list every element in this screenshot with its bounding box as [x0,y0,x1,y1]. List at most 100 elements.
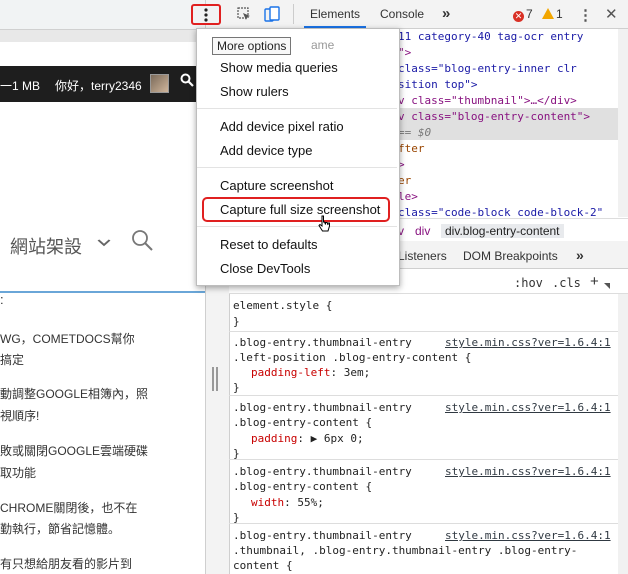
search-icon[interactable] [130,228,154,255]
style-rule: element.style { } [229,294,618,332]
nav-menu-website-setup[interactable]: 網站架設 [10,233,82,259]
style-declaration[interactable]: padding-left: 3em; [251,365,370,380]
article-link[interactable]: WG，COMETDOCS幫你 [0,330,135,347]
dom-node-line[interactable]: class="blog-entry-inner clr [398,61,577,77]
error-count: 7 [526,7,533,21]
more-vert-icon [204,7,208,22]
tab-event-listeners[interactable]: Listeners [398,249,447,263]
style-close-brace: } [233,511,240,524]
resize-grip-icon[interactable] [212,367,218,391]
dom-node-line[interactable]: 11 category-40 tag-ocr entry [398,29,583,45]
more-tabs-button[interactable]: » [442,0,450,28]
style-declaration[interactable]: width: 55%; [251,495,324,510]
class-toggle[interactable]: .cls [552,276,581,290]
hover-state-toggle[interactable]: :hov [514,276,543,290]
error-icon: ✕ [513,11,524,22]
dom-node-line[interactable]: class="code-block code-block-2" [398,205,603,217]
menu-item-capture-screenshot[interactable]: Capture screenshot [220,178,333,193]
sidebar-heading: : [0,292,4,307]
dom-node-line: == $0 [398,126,432,139]
article-link[interactable]: 勤執行，節省記憶體。 [0,520,120,537]
styles-pane: element.style { } .blog-entry.thumbnail-… [229,294,628,574]
more-options-tooltip: More options [212,37,292,55]
style-close-brace: } [233,447,240,460]
error-count-badge[interactable]: ✕ 7 [513,7,533,22]
menu-item-close-devtools[interactable]: Close DevTools [220,261,310,276]
style-property: padding-left [251,366,331,379]
menu-item-add-device-pixel-ratio[interactable]: Add device pixel ratio [220,119,344,134]
style-selector[interactable]: element.style { [233,298,332,313]
warning-count-badge[interactable]: 1 [542,7,563,21]
topbar-search-icon[interactable] [180,73,194,91]
more-options-button[interactable] [191,4,221,25]
inspect-element-icon[interactable] [237,7,251,24]
warning-count: 1 [556,7,563,21]
article-link[interactable]: 取功能 [0,464,36,481]
menu-separator [197,167,397,168]
style-declaration[interactable]: padding: ▶ 6px 0; [251,431,364,446]
menu-item-partial[interactable]: ame [311,38,334,52]
avatar[interactable] [150,74,169,93]
elements-scrollbar[interactable] [618,29,628,217]
warning-icon [542,8,554,19]
menu-item-reset-to-defaults[interactable]: Reset to defaults [220,237,318,252]
article-link[interactable]: CHROME關閉後，也不在 [0,499,137,516]
tab-elements[interactable]: Elements [304,0,367,28]
style-rule: .blog-entry.thumbnail-entry style.min.cs… [229,460,618,524]
dom-node-line[interactable]: v class="thumbnail">…</div> [398,93,577,109]
article-link[interactable]: 搞定 [0,351,24,368]
menu-separator [197,108,397,109]
stylesheet-link[interactable]: style.min.css?ver=1.6.4:1 [445,335,611,350]
tab-dom-breakpoints[interactable]: DOM Breakpoints [463,249,558,263]
article-link[interactable]: 敗或關閉GOOGLE雲端硬碟 [0,442,148,459]
style-selector[interactable]: content { [233,558,293,573]
stylesheet-link[interactable]: style.min.css?ver=1.6.4:1 [445,528,611,543]
article-link[interactable]: 視順序! [0,407,39,424]
breadcrumb-current[interactable]: div.blog-entry-content [441,224,564,238]
annotation-highlight-box [202,197,390,222]
styles-scrollbar[interactable] [618,294,628,574]
mouse-cursor-icon [318,215,332,238]
site-topbar: 一1 MB 你好，terry2346 [0,66,205,102]
dom-node-line-selected[interactable]: v class="blog-entry-content"> [398,109,590,125]
user-greeting-link[interactable]: 你好，terry2346 [55,77,142,94]
more-subtabs-button[interactable]: » [576,247,584,263]
devtools-menu-icon[interactable]: ⋮ [578,6,593,24]
style-selector[interactable]: .blog-entry.thumbnail-entry [233,528,412,543]
stylesheet-link[interactable]: style.min.css?ver=1.6.4:1 [445,464,611,479]
breadcrumb-item[interactable]: div [415,224,430,238]
dom-node-line[interactable]: le> [398,189,418,205]
style-property: padding [251,432,298,445]
style-property: width [251,496,285,509]
add-style-rule-button[interactable]: + [590,273,599,290]
menu-item-show-rulers[interactable]: Show rulers [220,84,289,99]
style-value: 3em; [343,366,371,379]
dom-node-line[interactable]: sition top"> [398,77,477,93]
menu-item-add-device-type[interactable]: Add device type [220,143,313,158]
device-toolbar-icon[interactable] [264,6,280,25]
page-header-band [0,30,205,42]
upload-size-text: 一1 MB [0,79,41,93]
stylesheet-link[interactable]: style.min.css?ver=1.6.4:1 [445,400,611,415]
style-selector[interactable]: .blog-entry.thumbnail-entry [233,464,412,479]
menu-item-show-media-queries[interactable]: Show media queries [220,60,338,75]
devtools-toolbar [229,0,628,29]
style-selector[interactable]: .blog-entry.thumbnail-entry [233,335,412,350]
style-selector[interactable]: .blog-entry-content { [233,479,372,494]
style-value: 55%; [297,496,324,509]
chevron-down-icon[interactable] [97,234,111,250]
style-selector[interactable]: .thumbnail, .blog-entry.thumbnail-entry … [233,543,577,558]
article-link[interactable]: 有只想給朋友看的影片到 [0,555,132,572]
toolbar-divider [293,4,294,24]
style-close-brace: } [233,315,240,328]
tab-console[interactable]: Console [380,0,424,28]
style-selector[interactable]: .blog-entry.thumbnail-entry [233,400,412,415]
close-icon[interactable]: ✕ [605,5,618,23]
style-selector[interactable]: .left-position .blog-entry-content { [233,350,471,365]
style-menu-corner-icon[interactable] [604,283,610,289]
article-link[interactable]: 動調整GOOGLE相簿內，照 [0,385,148,402]
style-value: ▶ 6px 0; [310,432,364,445]
dom-node-line[interactable]: fter [398,141,425,157]
style-rule: .blog-entry.thumbnail-entry style.min.cs… [229,332,618,396]
style-selector[interactable]: .blog-entry-content { [233,415,372,430]
